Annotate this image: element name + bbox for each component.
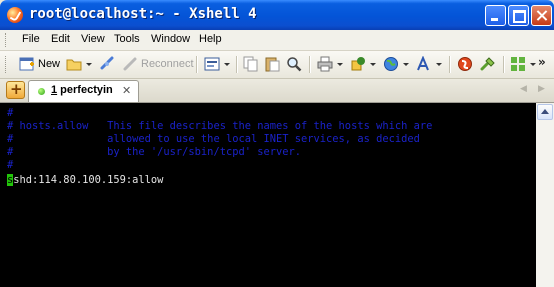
xftp-icon xyxy=(458,57,472,71)
paste-button[interactable] xyxy=(264,56,280,73)
print-dropdown-chevron-icon[interactable] xyxy=(337,63,343,66)
terminal-line: # hosts.allow This file describes the na… xyxy=(7,120,433,132)
open-button[interactable] xyxy=(66,56,92,73)
copy-icon xyxy=(243,56,258,72)
menu-file[interactable]: File xyxy=(22,33,40,45)
add-tab-button[interactable]: + xyxy=(6,80,25,99)
find-button[interactable] xyxy=(286,56,302,73)
tab-session[interactable]: 1 perfectyin ✕ xyxy=(28,80,139,102)
copy-button[interactable] xyxy=(243,56,259,73)
reconnect-label: Reconnect xyxy=(141,58,194,70)
connection-status-icon xyxy=(38,88,45,95)
paste-icon xyxy=(265,57,280,72)
properties-icon xyxy=(204,57,220,71)
window-title: root@localhost:~ - Xshell 4 xyxy=(29,6,257,22)
minimize-button[interactable] xyxy=(485,5,506,26)
properties-dropdown-chevron-icon[interactable] xyxy=(224,63,230,66)
toolbar-separator xyxy=(236,56,238,73)
transfer-icon xyxy=(351,57,365,71)
font-button[interactable] xyxy=(416,56,442,73)
title-bar[interactable]: root@localhost:~ - Xshell 4 xyxy=(0,0,554,30)
menu-view[interactable]: View xyxy=(81,33,105,45)
tab-scroll-left-icon[interactable]: ◀ xyxy=(520,84,527,94)
toolbar-separator xyxy=(196,56,198,73)
layout-button[interactable] xyxy=(510,56,536,73)
menu-help[interactable]: Help xyxy=(199,33,222,45)
maximize-button[interactable] xyxy=(508,5,529,26)
new-session-button[interactable]: New xyxy=(19,56,61,73)
close-button[interactable] xyxy=(531,5,552,26)
new-session-icon xyxy=(19,57,34,71)
open-dropdown-chevron-icon[interactable] xyxy=(86,63,92,66)
tab-label: 1 perfectyin xyxy=(51,84,113,96)
menu-bar: File Edit View Tools Window Help xyxy=(0,30,554,51)
terminal-line: # allowed to use the local INET services… xyxy=(7,133,420,145)
menu-grip xyxy=(5,33,9,47)
toolbar-separator xyxy=(503,56,505,73)
layout-grid-icon xyxy=(511,57,525,71)
terminal-line: # by the '/usr/sbin/tcpd' server. xyxy=(7,146,302,158)
reconnect-icon xyxy=(123,57,137,71)
globe-dropdown-chevron-icon[interactable] xyxy=(403,63,409,66)
menu-window[interactable]: Window xyxy=(151,33,190,45)
link-icon xyxy=(100,56,114,70)
xshell-app-icon[interactable] xyxy=(7,7,23,23)
font-icon xyxy=(417,56,429,71)
terminal-area[interactable]: # # hosts.allow This file describes the … xyxy=(0,103,536,287)
toolbar-separator xyxy=(449,56,451,73)
print-button[interactable] xyxy=(317,56,343,73)
plus-icon: + xyxy=(10,80,23,98)
terminal-line: # xyxy=(7,159,14,171)
hosts-allow-entry: shd:114.80.100.159:allow xyxy=(13,174,164,186)
session-tab-bar: + 1 perfectyin ✕ ◀ ▶ xyxy=(0,79,554,103)
toolbar-overflow-chevron-icon[interactable]: » xyxy=(538,55,546,69)
connect-button[interactable] xyxy=(99,56,115,73)
globe-button[interactable] xyxy=(383,56,409,73)
tab-close-icon[interactable]: ✕ xyxy=(122,84,131,97)
terminal-entry-line: sshd:114.80.100.159:allow xyxy=(7,174,163,187)
properties-button[interactable] xyxy=(204,56,230,73)
layout-dropdown-chevron-icon[interactable] xyxy=(530,63,536,66)
terminal-line: # xyxy=(7,107,14,119)
toolbar: New Reconnect » xyxy=(0,51,554,79)
transfer-dropdown-chevron-icon[interactable] xyxy=(370,63,376,66)
menu-tools[interactable]: Tools xyxy=(114,33,140,45)
tools-icon xyxy=(480,57,495,71)
tab-scroll-right-icon[interactable]: ▶ xyxy=(538,84,545,94)
font-dropdown-chevron-icon[interactable] xyxy=(436,63,442,66)
menu-edit[interactable]: Edit xyxy=(51,33,70,45)
magnifier-icon xyxy=(287,57,302,72)
tab-session-name: perfectyin xyxy=(57,84,113,96)
transfer-button[interactable] xyxy=(350,56,376,73)
reconnect-button[interactable]: Reconnect xyxy=(122,56,194,73)
printer-icon xyxy=(317,56,333,72)
scroll-up-arrow-icon[interactable] xyxy=(537,104,553,120)
terminal-scrollbar[interactable] xyxy=(536,103,554,287)
toolbar-separator xyxy=(309,56,311,73)
toolbar-grip xyxy=(5,56,9,73)
xftp-button[interactable] xyxy=(457,56,473,73)
folder-icon xyxy=(66,59,82,71)
tools-button[interactable] xyxy=(480,56,496,73)
new-session-label: New xyxy=(38,58,61,70)
globe-icon xyxy=(384,57,398,71)
